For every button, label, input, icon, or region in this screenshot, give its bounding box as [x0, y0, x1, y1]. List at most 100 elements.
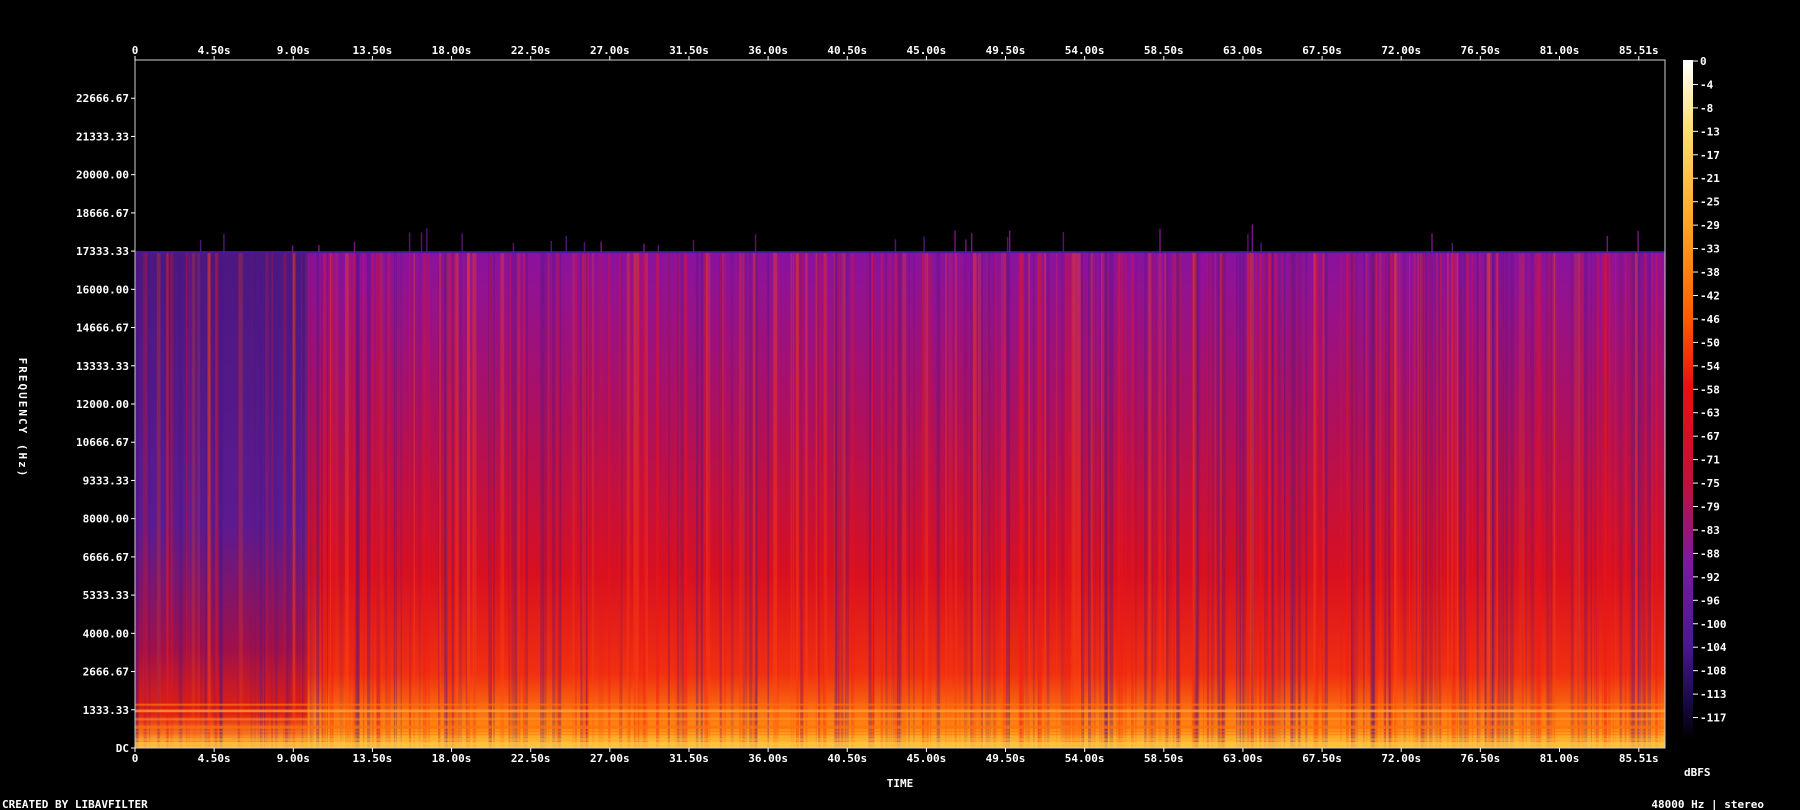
spec-streak: [924, 252, 929, 749]
spec-streak: [1590, 252, 1592, 749]
spec-streak: [873, 252, 875, 749]
spec-streak: [1552, 252, 1554, 749]
spec-spike: [318, 245, 320, 253]
spec-band: [135, 734, 1665, 736]
spec-streak: [1277, 252, 1281, 749]
spec-streak: [264, 252, 266, 749]
spec-streak: [1135, 252, 1137, 749]
spec-spike: [199, 239, 202, 253]
spec-streak: [1429, 252, 1433, 749]
spec-band: [135, 717, 1665, 721]
spec-streak: [1281, 252, 1285, 749]
spec-streak: [1104, 252, 1108, 749]
spec-streak: [1064, 252, 1068, 749]
colorbar-tick-label: -58: [1700, 383, 1720, 396]
spec-streak: [204, 252, 208, 749]
spec-streak: [1577, 252, 1581, 749]
spec-streak: [929, 252, 932, 749]
spec-spike: [461, 233, 463, 253]
x-tick-label-bottom: 85.51s: [1619, 752, 1659, 765]
colorbar-tick-label: -29: [1700, 219, 1720, 232]
spec-streak: [683, 252, 688, 749]
spec-streak: [600, 252, 604, 749]
spec-streak: [1476, 252, 1478, 749]
spec-streak: [608, 252, 611, 749]
spec-streak: [959, 252, 961, 749]
spec-streak: [815, 252, 817, 749]
spec-streak: [801, 252, 804, 749]
spec-streak: [1372, 252, 1376, 749]
spec-spike: [223, 233, 225, 253]
spec-spike: [1159, 228, 1161, 253]
spec-band: [135, 710, 1665, 713]
y-tick-label: 2666.67: [83, 666, 129, 679]
spec-streak: [1479, 252, 1481, 749]
spec-streak: [330, 252, 332, 749]
spec-streak: [1158, 252, 1162, 749]
spec-streak: [695, 252, 699, 749]
x-tick-label-bottom: 13.50s: [353, 752, 393, 765]
spec-streak: [1607, 252, 1611, 749]
spec-streak: [1267, 252, 1272, 749]
y-tick-label: 6666.67: [83, 551, 129, 564]
spec-streak: [1124, 252, 1127, 749]
colorbar-tick-label: -67: [1700, 430, 1720, 443]
spec-streak: [489, 252, 492, 749]
spec-streak: [795, 252, 799, 749]
colorbar: [1683, 60, 1693, 740]
spec-spike: [643, 243, 645, 253]
spec-streak: [973, 252, 977, 749]
x-tick-label-bottom: 27.00s: [590, 752, 630, 765]
spec-streak: [994, 252, 997, 749]
spec-streak: [1440, 252, 1442, 749]
spec-streak: [1498, 252, 1502, 749]
spec-streak: [400, 252, 402, 749]
spec-streak: [674, 252, 678, 749]
spec-streak: [339, 252, 342, 749]
spectrogram-chart: 0 4.50s 9.00s 13.50s 18.00s 22.50s 27.00s 31.50…: [2, 44, 1764, 810]
spec-streak: [730, 252, 733, 749]
x-tick-label-top: 9.00s: [277, 44, 310, 57]
spec-streak: [679, 252, 684, 749]
spec-streak: [1534, 252, 1536, 749]
spec-streak: [1060, 252, 1065, 749]
x-tick-label-top: 67.50s: [1302, 44, 1342, 57]
spec-streak: [259, 252, 264, 749]
y-tick-label: 1333.33: [83, 704, 129, 717]
spec-streak: [1583, 252, 1588, 749]
spec-spike: [894, 239, 897, 253]
spec-streak: [1020, 252, 1024, 749]
spec-streak: [841, 252, 843, 749]
spec-streak: [1324, 252, 1328, 749]
spec-streak: [1394, 252, 1397, 749]
spec-streak: [755, 252, 758, 749]
spec-spike: [1008, 230, 1011, 253]
spec-streak: [271, 252, 273, 749]
x-tick-label-bottom: 58.50s: [1144, 752, 1184, 765]
colorbar-tick-label: -75: [1700, 477, 1720, 490]
spec-streak: [170, 252, 174, 749]
x-tick-label-top: 45.00s: [907, 44, 947, 57]
spectrogram-image: [135, 224, 1665, 749]
spec-streak: [1093, 252, 1096, 749]
spec-streak: [1447, 252, 1449, 749]
spec-streak: [1603, 252, 1607, 749]
spec-cutoff-edge: [135, 251, 1665, 254]
spec-streak: [1466, 252, 1470, 749]
spec-streak: [719, 252, 722, 749]
spec-streak: [1214, 252, 1216, 749]
spec-streak: [1521, 252, 1524, 749]
spec-streak: [574, 252, 578, 749]
spec-streak: [1071, 252, 1076, 749]
spec-streak: [207, 252, 211, 749]
spec-streak: [871, 252, 875, 749]
spec-streak: [1629, 252, 1632, 749]
spec-streak: [977, 252, 982, 749]
spec-streak: [287, 252, 291, 749]
x-tick-label-top: 72.00s: [1381, 44, 1421, 57]
spec-streak: [1388, 252, 1391, 749]
x-tick-label-top: 81.00s: [1540, 44, 1580, 57]
spec-streak: [543, 252, 547, 749]
spec-streak: [1538, 252, 1542, 749]
spec-streak: [443, 252, 445, 749]
